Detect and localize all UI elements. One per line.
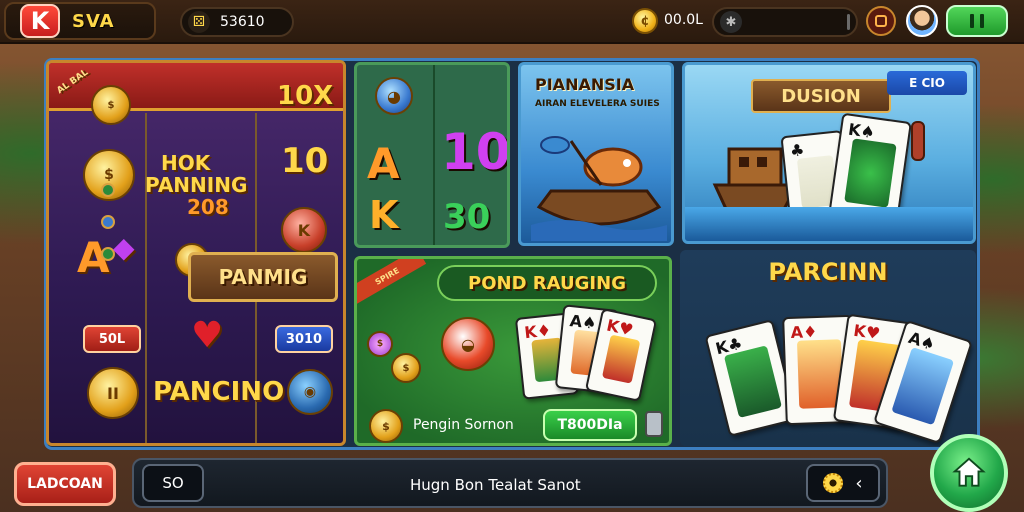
fruit-bomb-icon: ◒ xyxy=(441,317,495,371)
fishing-game-panel[interactable]: PIANANSIA AIRAN ELEVELERA SUIES xyxy=(518,62,674,246)
lobby-button[interactable]: LADCOAN xyxy=(14,462,116,506)
heart-icon: ♥ xyxy=(191,315,224,356)
pond-game-title: POND RAUGING xyxy=(437,265,657,301)
microphone-icon xyxy=(911,121,925,161)
pond-footer-label: Pengin Sornon xyxy=(413,417,514,433)
card-rank: A♦ xyxy=(790,322,818,342)
coin-icon: $ xyxy=(91,85,131,125)
multiplier-label: 10X xyxy=(277,81,334,111)
reel-divider xyxy=(145,113,147,443)
score-value: 53610 xyxy=(220,14,265,30)
pause-bar-left xyxy=(970,14,974,28)
bet-button-red[interactable]: 50L xyxy=(83,325,141,353)
pause-button[interactable] xyxy=(946,5,1008,37)
reel-divider xyxy=(433,65,435,245)
pond-game-panel[interactable]: SPIRE POND RAUGING $ $ ◒ K♦ A♠ K♥ $ Peng… xyxy=(354,256,672,446)
search-icon: ✱ xyxy=(720,11,742,33)
fishing-game-subtitle: AIRAN ELEVELERA SUIES xyxy=(535,99,660,109)
chat-message: Hugn Bon Tealat Sanot xyxy=(410,476,581,494)
slot-bottom-title: PANCINO xyxy=(153,377,285,407)
reel-symbol-a: A xyxy=(367,139,400,188)
slot-banner[interactable]: PANMIG xyxy=(188,252,338,302)
slot-title-1: HOK xyxy=(161,151,211,175)
fishing-game-title: PIANANSIA xyxy=(535,75,635,94)
slot-symbol-10: 10 xyxy=(281,141,329,181)
slot-title-2: PANNING xyxy=(145,173,248,197)
menu-icon xyxy=(875,15,887,27)
game-logo[interactable]: K SVA xyxy=(4,2,156,40)
reels-game-panel[interactable]: ◕ A 10 K 30 xyxy=(354,62,510,248)
card-art xyxy=(891,346,955,426)
card-boat-game-panel[interactable]: DUSION E CIO ♣ K♠ xyxy=(682,62,976,244)
chevron-left-icon[interactable]: ‹ xyxy=(855,473,862,494)
purple-gem-icon: ◆ xyxy=(113,231,135,264)
corner-ribbon: SPIRE xyxy=(357,259,427,304)
logo-text: SVA xyxy=(72,10,115,32)
gear-icon[interactable] xyxy=(823,473,844,493)
card-art xyxy=(723,345,783,419)
search-input[interactable]: ✱ xyxy=(712,7,858,37)
logo-badge: K xyxy=(20,4,60,38)
reel-symbol-10: 10 xyxy=(441,123,510,181)
green-gem-icon xyxy=(101,183,115,197)
dice-icon: ⚄ xyxy=(188,11,210,33)
score-display: ⚄ 53610 xyxy=(180,7,294,37)
fishing-boat-illustration xyxy=(531,136,667,241)
fish-icon: ◕ xyxy=(375,77,413,115)
card-art xyxy=(601,334,641,384)
avatar[interactable] xyxy=(906,5,938,37)
so-button[interactable]: SO xyxy=(142,464,204,502)
coin-stack-icon: $ xyxy=(391,353,421,383)
home-icon xyxy=(952,457,986,487)
bet-button-blue[interactable]: 3010 xyxy=(275,325,333,353)
menu-button[interactable] xyxy=(866,6,896,36)
slot-title-number: 208 xyxy=(187,195,229,219)
chip-stack-icon: $ xyxy=(367,331,393,357)
reel-symbol-k: K xyxy=(369,193,399,237)
trash-icon[interactable] xyxy=(645,411,663,437)
chat-controls: ‹ xyxy=(806,464,880,502)
reel-symbol-30: 30 xyxy=(443,197,491,237)
k-coin-icon: K xyxy=(281,207,327,253)
gold-coin-icon: II xyxy=(87,367,139,419)
home-button[interactable] xyxy=(930,434,1008,512)
coin-balance: 00.0L xyxy=(664,12,703,28)
card-art xyxy=(844,138,897,208)
coin-icon: ¢ xyxy=(632,8,658,34)
sea-waves xyxy=(685,207,973,241)
gold-coin-icon: $ xyxy=(369,409,403,443)
card-game-title: PARCINN xyxy=(768,258,888,286)
card-game-panel[interactable]: PARCINN K♣ A♦ K♥ A♠ xyxy=(680,250,976,446)
pause-bar-right xyxy=(980,14,984,28)
card-boat-tag[interactable]: E CIO xyxy=(887,71,967,95)
pond-play-button[interactable]: T800DIa xyxy=(543,409,637,441)
blue-gem-icon xyxy=(101,215,115,229)
fish-coin-icon: ◉ xyxy=(287,369,333,415)
search-bar-indicator xyxy=(847,14,850,30)
card-boat-title: DUSION xyxy=(751,79,891,113)
